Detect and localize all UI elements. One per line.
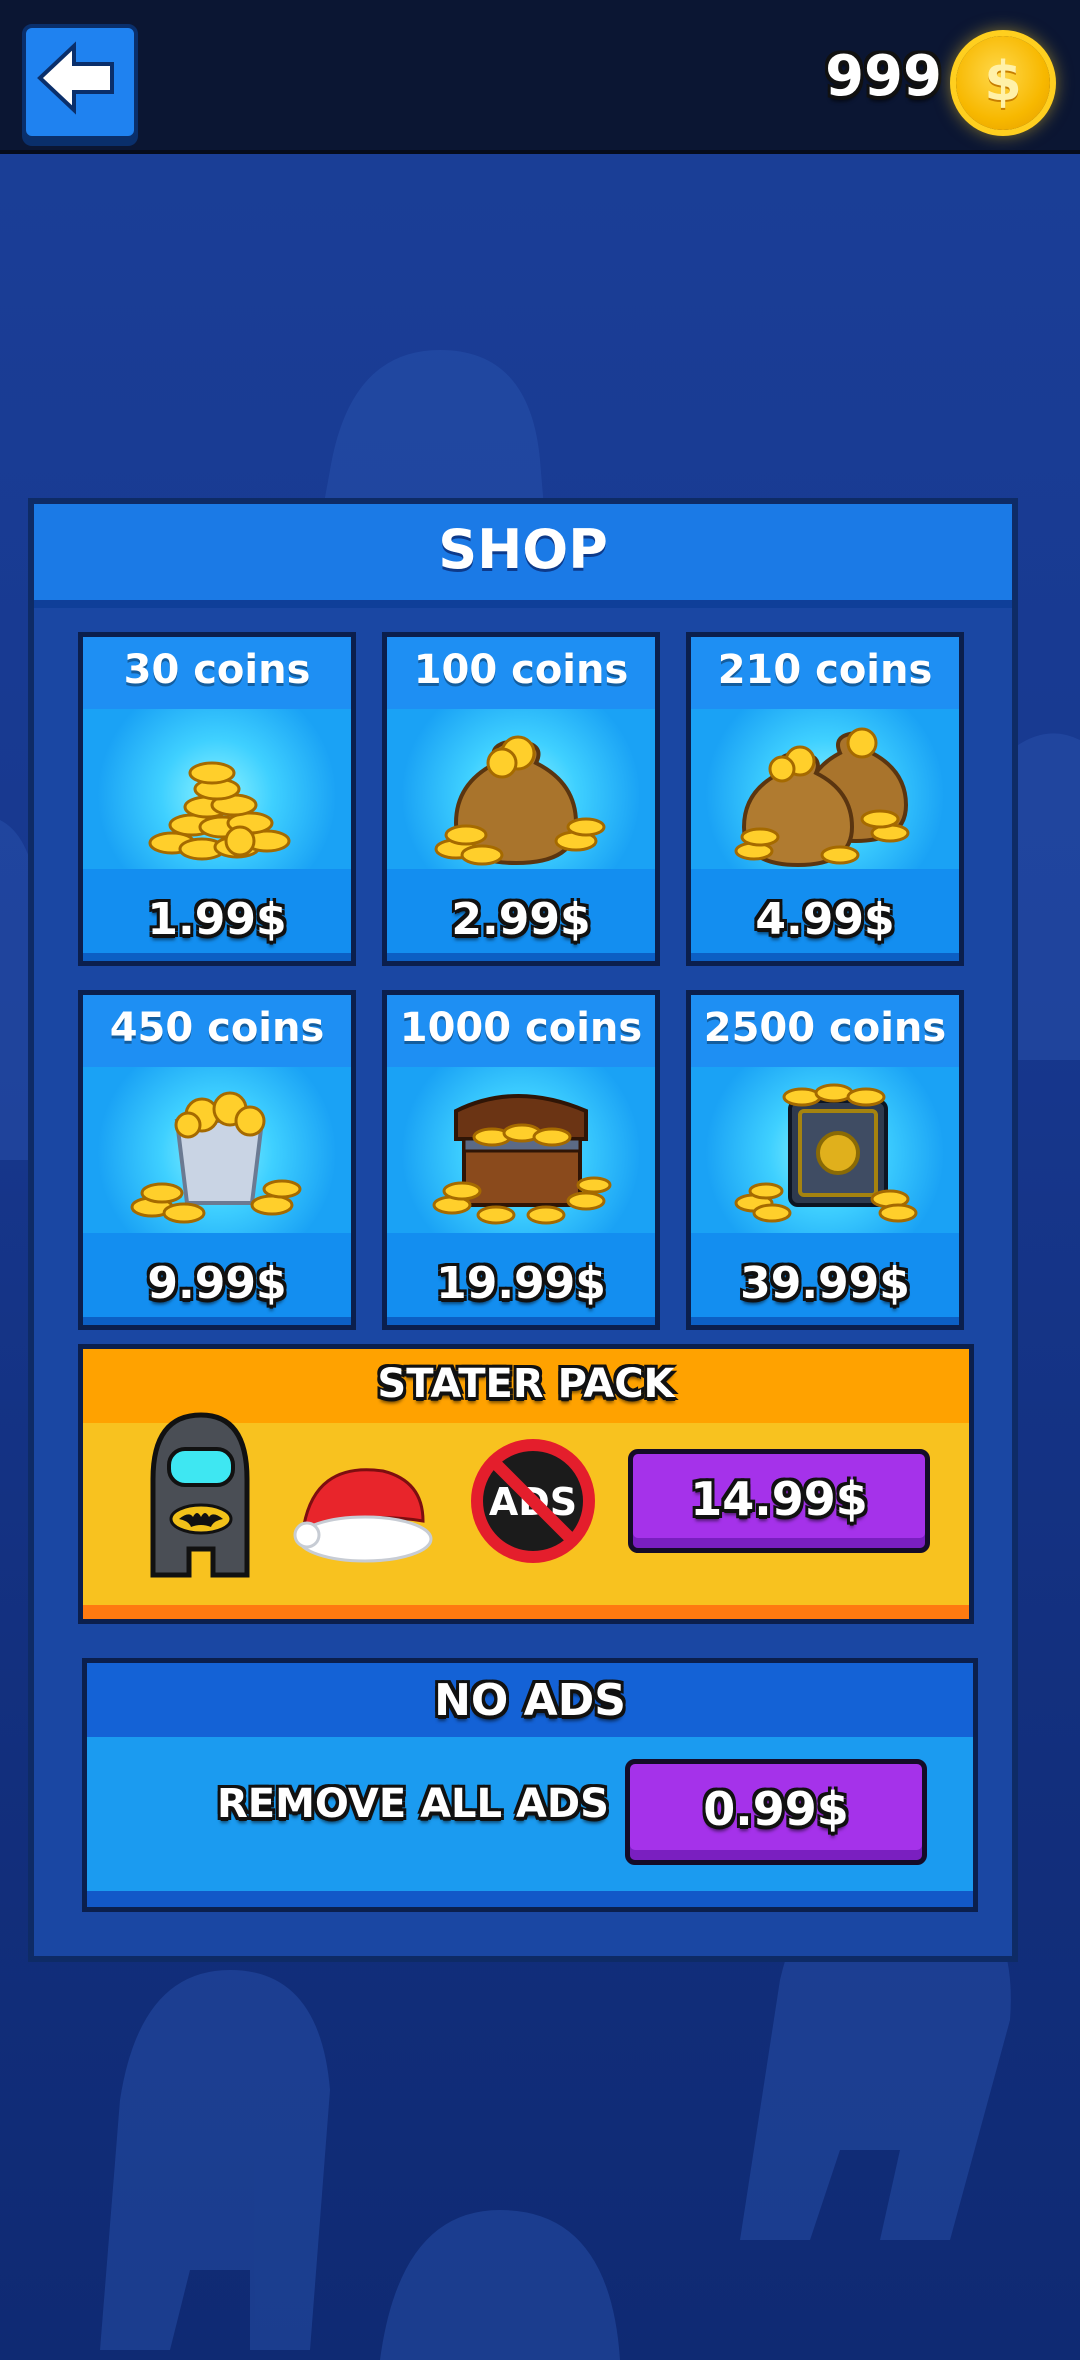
starter-pack: STATER PACK ADS 14.99$ (78, 1344, 974, 1624)
remove-ads-label: REMOVE ALL ADS (217, 1781, 609, 1827)
pack-price: 1.99$ (147, 894, 287, 945)
dollar-coin-icon: $ (956, 36, 1050, 130)
pack-price: 19.99$ (436, 1258, 606, 1309)
shop-title: SHOP (438, 518, 608, 581)
remove-ads-price: 0.99$ (703, 1782, 849, 1836)
no-ads-header: NO ADS (87, 1663, 973, 1737)
coin-safe-icon (734, 1083, 918, 1223)
pack-amount: 30 coins (123, 647, 311, 693)
coin-pack-1000[interactable]: 1000 coins 19.99$ (382, 990, 660, 1330)
shop-header: SHOP (34, 504, 1012, 608)
shop-panel: SHOP 30 coins 1.99$ 100 coins 2.99$ 210 … (28, 498, 1018, 1962)
starter-pack-buy-button[interactable]: 14.99$ (628, 1449, 930, 1553)
starter-pack-price: 14.99$ (690, 1472, 868, 1526)
pack-amount: 210 coins (717, 647, 933, 693)
pack-amount: 450 coins (109, 1005, 325, 1051)
arrow-left-icon (37, 41, 114, 115)
pack-price: 2.99$ (451, 894, 591, 945)
two-coin-bags-icon (734, 727, 910, 868)
back-button[interactable] (22, 24, 138, 140)
pack-amount: 1000 coins (399, 1005, 643, 1051)
coin-pack-30[interactable]: 30 coins 1.99$ (78, 632, 356, 966)
santa-hat-icon (293, 1468, 433, 1563)
coin-pack-2500[interactable]: 2500 coins 39.99$ (686, 990, 964, 1330)
no-ads-title: NO ADS (434, 1675, 626, 1726)
coin-balance: 999 (825, 44, 942, 109)
starter-pack-title: STATER PACK (377, 1361, 675, 1407)
pack-price: 39.99$ (740, 1258, 910, 1309)
no-ads-offer: NO ADS REMOVE ALL ADS 0.99$ (82, 1658, 978, 1912)
coin-bag-icon (434, 735, 606, 866)
no-ads-icon: ADS (471, 1439, 595, 1563)
treasure-chest-icon (432, 1094, 612, 1225)
coin-pack-210[interactable]: 210 coins 4.99$ (686, 632, 964, 966)
no-ads-footer (87, 1891, 973, 1907)
coin-pack-450[interactable]: 450 coins 9.99$ (78, 990, 356, 1330)
coin-pile-icon (148, 761, 291, 861)
top-bar: 999 $ (0, 0, 1080, 154)
coin-bucket-icon (130, 1091, 302, 1224)
remove-ads-buy-button[interactable]: 0.99$ (625, 1759, 927, 1865)
coin-symbol: $ (984, 50, 1022, 113)
pack-amount: 100 coins (413, 647, 629, 693)
pack-price: 4.99$ (755, 894, 895, 945)
pack-price: 9.99$ (147, 1258, 287, 1309)
coin-pack-100[interactable]: 100 coins 2.99$ (382, 632, 660, 966)
starter-pack-footer (83, 1605, 969, 1619)
pack-amount: 2500 coins (703, 1005, 947, 1051)
batman-crewmate-skin-icon (150, 1412, 250, 1578)
